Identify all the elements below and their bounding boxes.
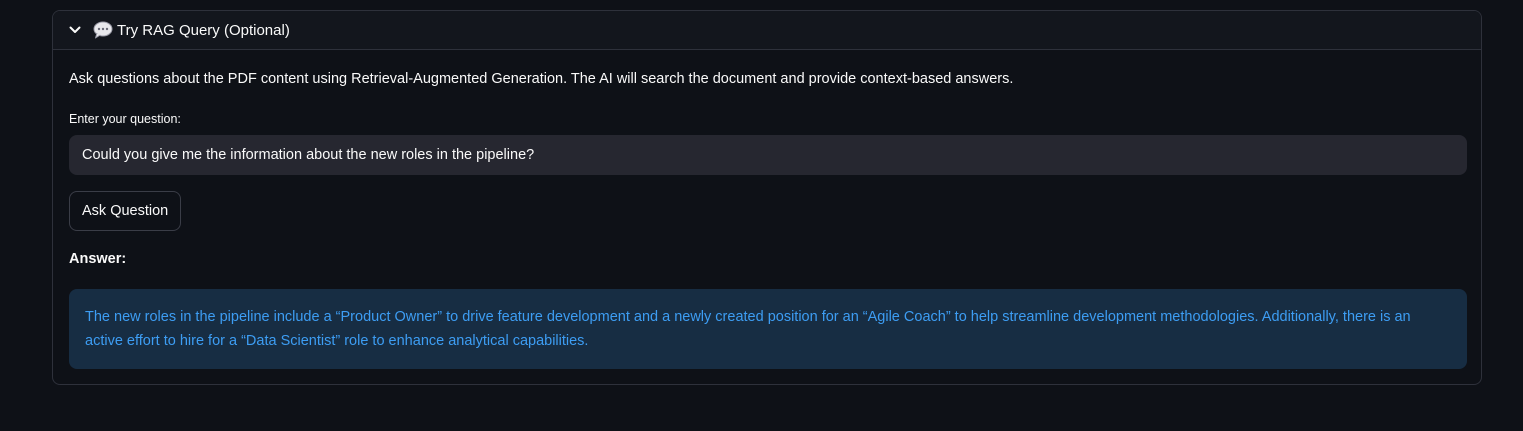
expander-header[interactable]: Try RAG Query (Optional) bbox=[53, 11, 1481, 50]
rag-query-expander: Try RAG Query (Optional) Ask questions a… bbox=[52, 10, 1482, 385]
answer-label: Answer: bbox=[69, 251, 127, 267]
speech-bubble-icon bbox=[93, 21, 113, 39]
question-input[interactable] bbox=[69, 135, 1467, 175]
ask-question-button[interactable]: Ask Question bbox=[69, 191, 182, 231]
answer-box: The new roles in the pipeline include a … bbox=[69, 289, 1467, 369]
expander-title: Try RAG Query (Optional) bbox=[117, 21, 290, 39]
question-label: Enter your question: bbox=[69, 112, 181, 126]
chevron-down-icon[interactable] bbox=[69, 24, 81, 36]
description-text: Ask questions about the PDF content usin… bbox=[69, 71, 1014, 87]
